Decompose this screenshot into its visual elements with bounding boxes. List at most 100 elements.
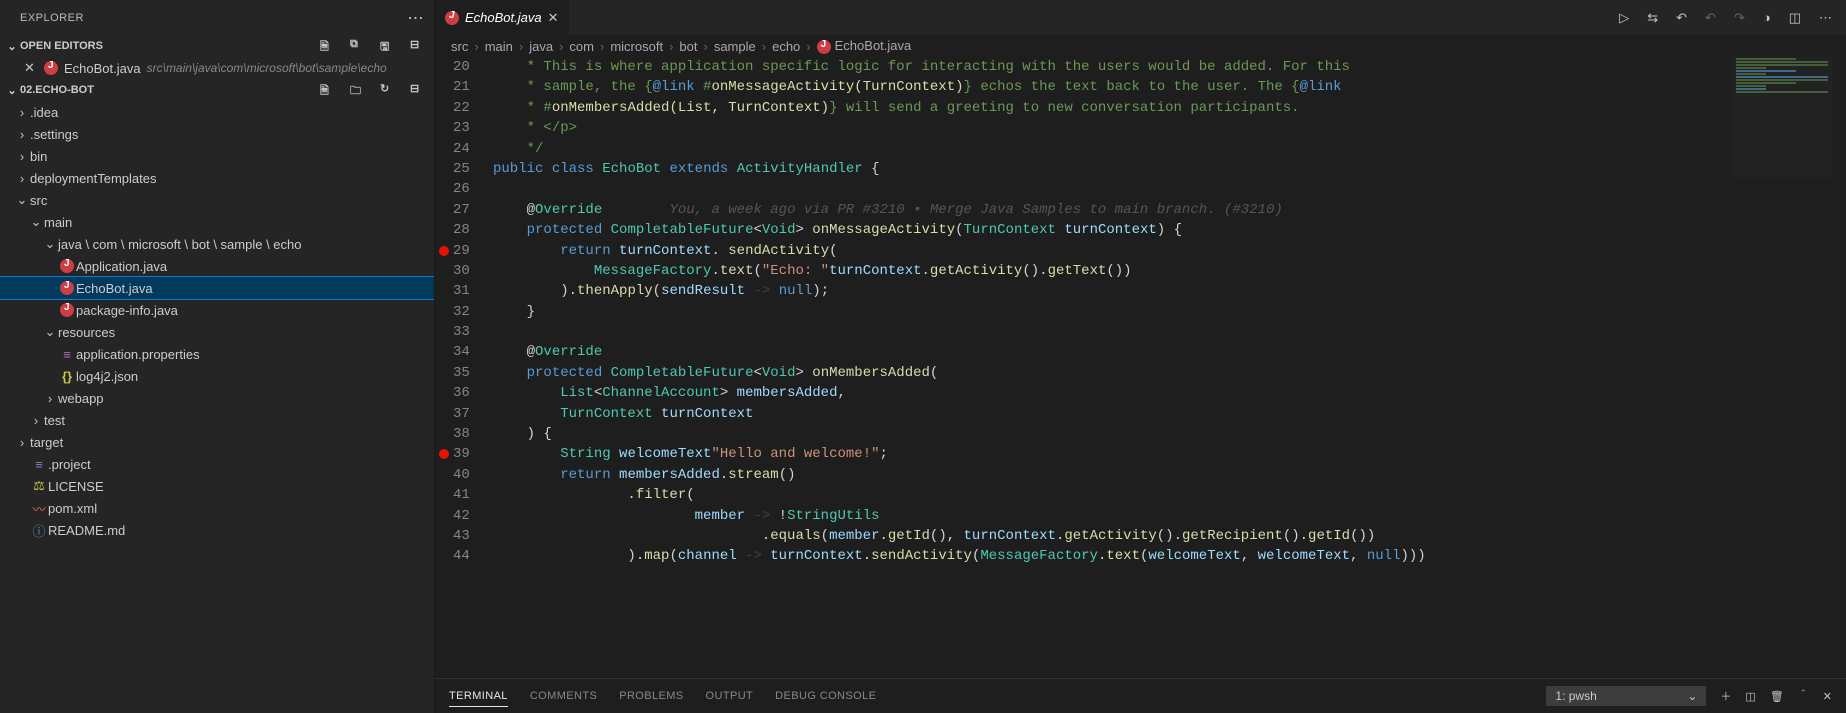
java-file-icon — [445, 11, 459, 25]
minimap[interactable] — [1732, 57, 1832, 177]
java-file-icon — [44, 61, 58, 75]
file-item[interactable]: ≡application.properties — [0, 343, 434, 365]
new-terminal-icon[interactable]: ＋ — [1720, 688, 1731, 704]
new-file-icon[interactable]: 🗎 — [320, 82, 336, 98]
tree-label: bin — [30, 149, 47, 164]
folder-item[interactable]: ⌄java \ com \ microsoft \ bot \ sample \… — [0, 233, 434, 255]
line-number: 25 — [453, 159, 479, 179]
layout-icon[interactable]: ⧉ — [350, 38, 366, 54]
file-item[interactable]: ⓘREADME.md — [0, 519, 434, 541]
folder-item[interactable]: ›.settings — [0, 123, 434, 145]
file-item[interactable]: ≡.project — [0, 453, 434, 475]
chevron-down-icon: ⌄ — [4, 84, 20, 97]
file-item[interactable]: package-info.java — [0, 299, 434, 321]
breadcrumb-segment[interactable]: java — [529, 39, 553, 54]
explorer-more-icon[interactable]: ⋯ — [408, 8, 425, 28]
terminal-selector[interactable]: 1: pwsh ⌄ — [1546, 686, 1706, 706]
tab-label: EchoBot.java — [465, 10, 542, 25]
breakpoint-icon[interactable] — [439, 246, 449, 256]
tree-label: .idea — [30, 105, 58, 120]
maximize-panel-icon[interactable]: ＾ — [1798, 688, 1809, 704]
open-editors-header[interactable]: ⌄ OPEN EDITORS 🗎 ⧉ 🖫 ⊟ — [0, 35, 434, 57]
properties-file-icon: ≡ — [30, 457, 48, 472]
folder-item[interactable]: ›target — [0, 431, 434, 453]
panel-tab-debug-console[interactable]: DEBUG CONSOLE — [775, 690, 876, 702]
history-icon[interactable]: ◑ — [1763, 10, 1771, 25]
new-file-icon[interactable]: 🗎 — [320, 38, 336, 54]
new-folder-icon[interactable]: 🗀 — [350, 82, 366, 98]
breakpoint-icon[interactable] — [439, 449, 449, 459]
tree-label: package-info.java — [76, 303, 178, 318]
open-editor-item[interactable]: ✕ EchoBot.java src\main\java\com\microso… — [0, 57, 434, 79]
folder-item[interactable]: ⌄resources — [0, 321, 434, 343]
line-number: 44 — [453, 546, 479, 566]
breadcrumb-segment[interactable]: microsoft — [610, 39, 663, 54]
panel-tabs: TERMINALCOMMENTSPROBLEMSOUTPUTDEBUG CONS… — [449, 690, 898, 702]
panel-tab-output[interactable]: OUTPUT — [706, 690, 754, 702]
editor-group: EchoBot.java ✕ ▷ ⇆ ↶ ↶ ↷ ◑ ◫ ⋯ src›main›… — [435, 0, 1846, 713]
breadcrumb-segment[interactable]: EchoBot.java — [817, 38, 912, 54]
compare-icon[interactable]: ⇆ — [1647, 10, 1658, 26]
chevron-down-icon: ⌄ — [42, 236, 58, 252]
close-all-icon[interactable]: ⊟ — [410, 38, 426, 54]
close-icon[interactable]: ✕ — [548, 10, 559, 26]
run-icon[interactable]: ▷ — [1619, 10, 1629, 26]
breadcrumb-segment[interactable]: com — [569, 39, 594, 54]
refresh-icon[interactable]: ↻ — [380, 82, 396, 98]
kill-terminal-icon[interactable]: 🗑 — [1770, 690, 1784, 703]
tree-label: EchoBot.java — [76, 281, 153, 296]
chevron-right-icon: › — [42, 391, 58, 406]
project-header[interactable]: ⌄ 02.ECHO-BOT 🗎 🗀 ↻ ⊟ — [0, 79, 434, 101]
bottom-panel: TERMINAL COMMENTS PROBLEMS OUTPUT DEBUG CONS… — [435, 678, 1846, 713]
file-item[interactable]: EchoBot.java — [0, 277, 434, 299]
line-number: 32 — [453, 302, 479, 322]
folder-item[interactable]: ›test — [0, 409, 434, 431]
folder-item[interactable]: ›.idea — [0, 101, 434, 123]
file-item[interactable]: 〰pom.xml — [0, 497, 434, 519]
tab-echobot[interactable]: EchoBot.java ✕ — [435, 0, 570, 35]
folder-item[interactable]: ⌄main — [0, 211, 434, 233]
json-file-icon: {} — [58, 369, 76, 384]
line-number: 24 — [453, 139, 479, 159]
git-prev-icon[interactable]: ↶ — [1676, 10, 1687, 26]
split-terminal-icon[interactable]: ◫ — [1745, 690, 1755, 703]
tree-label: .settings — [30, 127, 78, 142]
line-number: 43 — [453, 526, 479, 546]
breadcrumb[interactable]: src›main›java›com›microsoft›bot›sample›e… — [435, 35, 1846, 57]
panel-tab-problems[interactable]: PROBLEMS — [619, 690, 683, 702]
panel-tab-terminal[interactable]: TERMINAL — [449, 690, 508, 707]
folder-item[interactable]: ⌄src — [0, 189, 434, 211]
chevron-down-icon: ⌄ — [28, 214, 44, 230]
line-number: 39 — [453, 444, 479, 464]
code-editor[interactable]: 2021222324252627282930313233343536373839… — [435, 57, 1846, 678]
breadcrumb-segment[interactable]: bot — [679, 39, 697, 54]
chevron-right-icon: › — [14, 435, 30, 450]
line-number: 20 — [453, 57, 479, 77]
breadcrumb-segment[interactable]: src — [451, 39, 468, 54]
file-item[interactable]: {}log4j2.json — [0, 365, 434, 387]
save-all-icon[interactable]: 🖫 — [380, 38, 396, 54]
file-item[interactable]: ⚖LICENSE — [0, 475, 434, 497]
breadcrumb-segment[interactable]: sample — [714, 39, 756, 54]
chevron-right-icon: › — [14, 127, 30, 142]
panel-tab-comments[interactable]: COMMENTS — [530, 690, 597, 702]
close-icon[interactable]: ✕ — [24, 60, 38, 76]
split-editor-icon[interactable]: ◫ — [1789, 10, 1801, 26]
more-actions-icon[interactable]: ⋯ — [1819, 10, 1832, 26]
close-panel-icon[interactable]: ✕ — [1823, 690, 1832, 703]
breakpoint-gutter[interactable] — [435, 57, 453, 678]
tree-label: deploymentTemplates — [30, 171, 156, 186]
breadcrumb-segment[interactable]: main — [485, 39, 513, 54]
license-file-icon: ⚖ — [30, 478, 48, 494]
breadcrumb-segment[interactable]: echo — [772, 39, 800, 54]
project-actions: 🗎 🗀 ↻ ⊟ — [320, 82, 426, 98]
code-content[interactable]: * This is where application specific log… — [493, 57, 1846, 678]
collapse-all-icon[interactable]: ⊟ — [410, 82, 426, 98]
folder-item[interactable]: ›webapp — [0, 387, 434, 409]
folder-item[interactable]: ›bin — [0, 145, 434, 167]
line-number: 22 — [453, 98, 479, 118]
tab-bar: EchoBot.java ✕ ▷ ⇆ ↶ ↶ ↷ ◑ ◫ ⋯ — [435, 0, 1846, 35]
folder-item[interactable]: ›deploymentTemplates — [0, 167, 434, 189]
tree-label: .project — [48, 457, 91, 472]
file-item[interactable]: Application.java — [0, 255, 434, 277]
